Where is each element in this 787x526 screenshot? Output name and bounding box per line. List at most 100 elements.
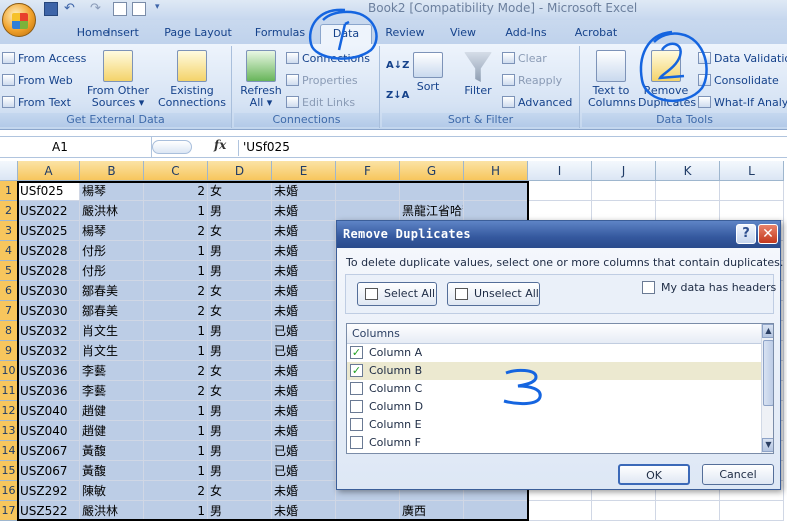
dialog-title-bar[interactable]: Remove Duplicates ? ✕	[337, 221, 780, 248]
cell-e1[interactable]: 未婚	[272, 181, 336, 201]
column-header-c[interactable]: C	[144, 161, 208, 181]
cell-d17[interactable]: 男	[208, 501, 272, 521]
cell-e12[interactable]: 未婚	[272, 401, 336, 421]
row-header[interactable]: 16	[0, 481, 18, 501]
column-header-b[interactable]: B	[80, 161, 144, 181]
column-header-h[interactable]: H	[464, 161, 528, 181]
column-checkbox[interactable]	[350, 418, 363, 431]
row-header[interactable]: 2	[0, 201, 18, 221]
name-box[interactable]: A1	[0, 137, 152, 157]
cell-a14[interactable]: USZ067	[18, 441, 80, 461]
cell-g2[interactable]: 黑龍江省哈爾	[400, 201, 464, 221]
cell-c9[interactable]: 1	[144, 341, 208, 361]
cell-e13[interactable]: 未婚	[272, 421, 336, 441]
cell-d12[interactable]: 男	[208, 401, 272, 421]
row-header[interactable]: 1	[0, 181, 18, 201]
formula-input[interactable]: 'USf025	[238, 140, 290, 156]
cell-b15[interactable]: 黃馥	[80, 461, 144, 481]
column-header-k[interactable]: K	[656, 161, 720, 181]
tab-page-layout[interactable]: Page Layout	[158, 24, 238, 44]
text-to-columns-button[interactable]: Text to Columns	[588, 50, 636, 109]
cell-a9[interactable]: USZ032	[18, 341, 80, 361]
customize-qat-icon[interactable]: ▾	[155, 2, 169, 16]
column-header-f[interactable]: F	[336, 161, 400, 181]
cell-c12[interactable]: 1	[144, 401, 208, 421]
cell-e3[interactable]: 未婚	[272, 221, 336, 241]
cell-c5[interactable]: 1	[144, 261, 208, 281]
cell-f17[interactable]	[336, 501, 400, 521]
row-header[interactable]: 8	[0, 321, 18, 341]
cell-e10[interactable]: 未婚	[272, 361, 336, 381]
select-all-button[interactable]: Select All	[357, 282, 437, 306]
cell-b17[interactable]: 嚴洪林	[80, 501, 144, 521]
select-all-corner[interactable]	[0, 161, 18, 181]
cell-d15[interactable]: 男	[208, 461, 272, 481]
cell-e14[interactable]: 已婚	[272, 441, 336, 461]
cell-a5[interactable]: USZ028	[18, 261, 80, 281]
cell-c3[interactable]: 2	[144, 221, 208, 241]
new-document-icon[interactable]	[113, 2, 127, 16]
advanced-button[interactable]: Advanced	[502, 96, 572, 109]
tab-formulas[interactable]: Formulas	[252, 24, 308, 44]
save-icon[interactable]	[44, 2, 58, 16]
tab-view[interactable]: View	[440, 24, 486, 44]
row-header[interactable]: 5	[0, 261, 18, 281]
cell-c13[interactable]: 1	[144, 421, 208, 441]
cell-e9[interactable]: 已婚	[272, 341, 336, 361]
column-list-item[interactable]: Column D	[347, 398, 761, 416]
row-header[interactable]: 9	[0, 341, 18, 361]
ok-button[interactable]: OK	[618, 464, 690, 485]
tab-review[interactable]: Review	[380, 24, 430, 44]
cell-a11[interactable]: USZ036	[18, 381, 80, 401]
cell-c15[interactable]: 1	[144, 461, 208, 481]
cell-e8[interactable]: 已婚	[272, 321, 336, 341]
refresh-all-button[interactable]: Refresh All ▾	[238, 50, 284, 109]
cell-b12[interactable]: 趙健	[80, 401, 144, 421]
column-header-j[interactable]: J	[592, 161, 656, 181]
column-header-d[interactable]: D	[208, 161, 272, 181]
name-box-dropdown-icon[interactable]	[152, 140, 192, 154]
column-list-item[interactable]: ✓ Column A	[347, 344, 761, 362]
row-header[interactable]: 14	[0, 441, 18, 461]
scroll-down-icon[interactable]: ▼	[762, 438, 773, 452]
cell-d13[interactable]: 男	[208, 421, 272, 441]
cell-h17[interactable]	[464, 501, 528, 521]
unselect-all-button[interactable]: Unselect All	[447, 282, 540, 306]
cell-f2[interactable]	[336, 201, 400, 221]
cell-e7[interactable]: 未婚	[272, 301, 336, 321]
sort-a-z-button[interactable]: A↓Z	[386, 60, 409, 71]
cell-c2[interactable]: 1	[144, 201, 208, 221]
cell-l17[interactable]	[720, 501, 784, 521]
cell-b6[interactable]: 鄒春美	[80, 281, 144, 301]
remove-duplicates-button[interactable]: Remove Duplicates	[638, 50, 696, 109]
column-header-e[interactable]: E	[272, 161, 336, 181]
row-header[interactable]: 4	[0, 241, 18, 261]
sort-button[interactable]: Sort	[410, 52, 446, 93]
cell-b1[interactable]: 楊琴	[80, 181, 144, 201]
column-list-item[interactable]: ✓ Column B	[347, 362, 761, 380]
row-header[interactable]: 17	[0, 501, 18, 521]
cell-c16[interactable]: 2	[144, 481, 208, 501]
cell-a8[interactable]: USZ032	[18, 321, 80, 341]
insert-function-icon[interactable]: fx	[214, 138, 226, 152]
cell-c17[interactable]: 1	[144, 501, 208, 521]
cell-l1[interactable]	[720, 181, 784, 201]
sort-z-a-button[interactable]: Z↓A	[386, 90, 409, 101]
cell-a13[interactable]: USZ040	[18, 421, 80, 441]
filter-button[interactable]: Filter	[460, 52, 496, 97]
cell-a6[interactable]: USZ030	[18, 281, 80, 301]
cell-c4[interactable]: 1	[144, 241, 208, 261]
cell-c14[interactable]: 1	[144, 441, 208, 461]
cell-a1[interactable]: USf025	[18, 181, 80, 201]
cell-b10[interactable]: 李藝	[80, 361, 144, 381]
tab-add-ins[interactable]: Add-Ins	[498, 24, 554, 44]
tab-data[interactable]: Data	[320, 24, 372, 44]
column-list-item[interactable]: Column F	[347, 434, 761, 452]
cell-i2[interactable]	[528, 201, 592, 221]
data-validation-button[interactable]: Data Validation ▾	[698, 52, 787, 65]
cell-k17[interactable]	[656, 501, 720, 521]
row-header[interactable]: 13	[0, 421, 18, 441]
edit-links-button[interactable]: Edit Links	[286, 96, 355, 109]
row-header[interactable]: 10	[0, 361, 18, 381]
cell-d5[interactable]: 男	[208, 261, 272, 281]
